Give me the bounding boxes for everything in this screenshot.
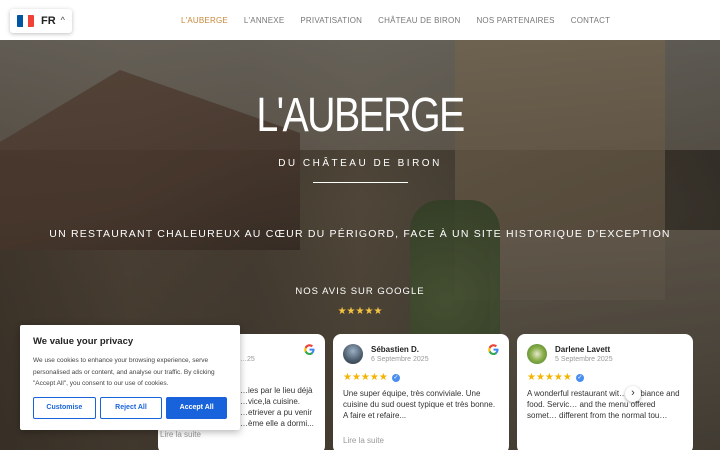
review-date: …25 [240,356,255,363]
review-date: 5 Septembre 2025 [555,356,613,363]
nav-item-privatisation[interactable]: PRIVATISATION [300,16,362,25]
avatar [527,344,547,364]
review-line: …ies par le lieu déjà [240,386,313,395]
title-divider [313,182,408,183]
review-line: …vice,la cuisine. [240,397,301,406]
nav-item-partenaires[interactable]: NOS PARTENAIRES [476,16,554,25]
customise-button[interactable]: Customise [33,396,96,419]
review-text: …ies par le lieu déjà …vice,la cuisine. … [240,385,314,429]
google-icon [488,344,499,355]
verified-icon: ✓ [391,373,400,382]
reviewer-name: Darlene Lavett [555,345,611,354]
france-flag-icon [17,15,34,27]
review-line: …ème elle a dormi... [240,419,314,428]
reviewer-name: Sébastien D. [371,345,420,354]
star-rating: ★★★★★ ✓ [527,372,584,383]
reviews-summary-stars: ★★★★★ [337,306,383,317]
accept-all-button[interactable]: Accept All [166,396,228,419]
review-text: Une super équipe, très conviviale. Une c… [343,389,496,420]
review-date: 6 Septembre 2025 [371,356,429,363]
hero-tagline: UN RESTAURANT CHALEUREUX AU CŒUR DU PÉRI… [49,228,671,240]
carousel-next-button[interactable]: › [625,386,641,402]
review-card: Sébastien D. 6 Septembre 2025 ★★★★★ ✓ Une… [333,334,509,450]
reviews-heading: NOS AVIS SUR GOOGLE [295,286,425,297]
reject-all-button[interactable]: Reject All [99,396,163,419]
top-navigation: FR ^ L'AUBERGE L'ANNEXE PRIVATISATION CH… [0,0,720,40]
avatar [343,344,363,364]
review-card: Darlene Lavett 5 Septembre 2025 ★★★★★ ✓ A… [517,334,693,450]
review-line: …etriever a pu venir [240,408,313,417]
cookie-consent-banner: We value your privacy We use cookies to … [20,325,240,430]
google-icon [304,344,315,355]
read-more-link[interactable]: Lire la suite [160,430,201,439]
read-more-link[interactable]: Lire la suite [343,436,499,445]
nav-item-chateau[interactable]: CHÂTEAU DE BIRON [378,16,460,25]
cookie-body: We use cookies to enhance your browsing … [33,357,215,387]
nav-item-auberge[interactable]: L'AUBERGE [181,16,228,25]
language-code: FR [41,15,56,27]
star-rating: ★★★★★ ✓ [343,372,400,383]
chevron-up-icon: ^ [60,15,65,25]
nav-item-annexe[interactable]: L'ANNEXE [244,16,284,25]
verified-icon: ✓ [575,373,584,382]
hero-title: L'AUBERGE [256,89,465,142]
nav-item-contact[interactable]: CONTACT [571,16,610,25]
review-text: A wonderful restaurant wit… ambiance and… [527,389,680,420]
hero-subtitle: DU CHÂTEAU DE BIRON [278,158,442,169]
nav-menu: L'AUBERGE L'ANNEXE PRIVATISATION CHÂTEAU… [181,0,626,40]
cookie-title: We value your privacy [33,336,134,347]
language-selector[interactable]: FR ^ [10,9,72,33]
